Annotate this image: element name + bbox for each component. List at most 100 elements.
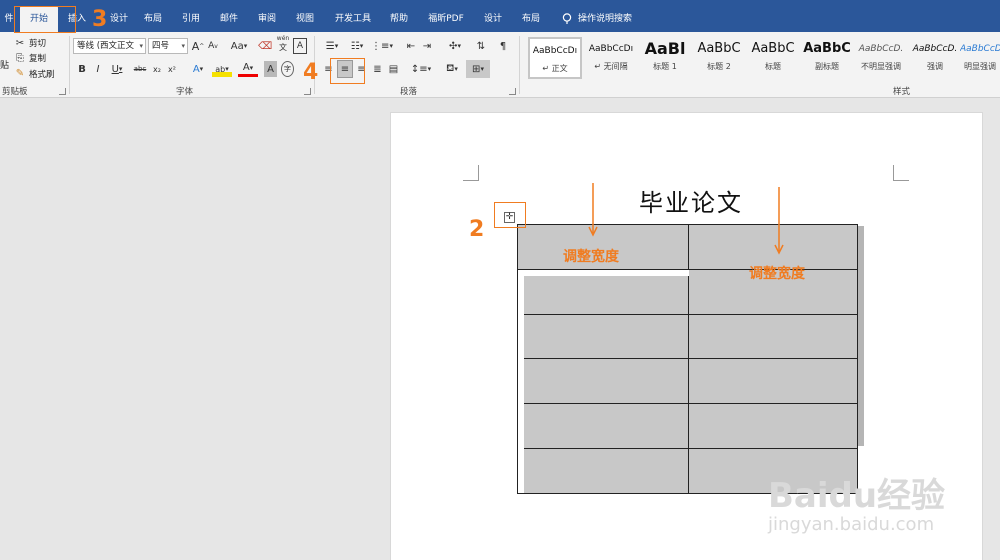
subscript-icon: x₂ bbox=[153, 64, 161, 74]
style-subtitle[interactable]: AaBbC 副标题 bbox=[800, 37, 854, 79]
document-title[interactable]: 毕业论文 bbox=[591, 183, 791, 218]
tab-developer[interactable]: 开发工具 bbox=[328, 6, 378, 32]
tab-review[interactable]: 审阅 bbox=[252, 6, 282, 32]
arrow-down-icon bbox=[588, 183, 598, 237]
tab-references[interactable]: 引用 bbox=[176, 6, 206, 32]
shrink-font-button[interactable]: Av bbox=[207, 38, 219, 54]
char-shading-icon: A bbox=[267, 63, 274, 75]
watermark-url: jingyan.baidu.com bbox=[768, 514, 935, 535]
phonetic-guide-button[interactable]: wén 文 bbox=[276, 35, 290, 52]
style-sample: AaBbC bbox=[697, 41, 741, 56]
style-name: 副标题 bbox=[815, 62, 839, 71]
sort-icon[interactable]: ⇅ bbox=[474, 38, 488, 54]
style-name: 标题 1 bbox=[653, 62, 677, 71]
style-name: 标题 2 bbox=[707, 62, 731, 71]
font-dialog-launcher[interactable] bbox=[304, 88, 311, 95]
style-name: ↵ 正文 bbox=[542, 64, 568, 73]
highlight-button[interactable]: ab ▾ bbox=[212, 61, 232, 77]
style-normal[interactable]: AaBbCcDı ↵ 正文 bbox=[528, 37, 582, 79]
table-selection-gap bbox=[518, 270, 689, 276]
style-sample: AaBbCcDı bbox=[532, 46, 578, 56]
subscript-button[interactable]: x₂ bbox=[151, 61, 163, 77]
pinyin-label: wén bbox=[276, 35, 290, 42]
char-shading-button[interactable]: A bbox=[264, 61, 277, 77]
group-divider bbox=[69, 36, 70, 94]
multilevel-list-icon[interactable]: ⋮≡ ▾ bbox=[371, 38, 393, 54]
chinese-layout-icon[interactable]: ✣ ▾ bbox=[444, 38, 466, 54]
paragraph-dialog-launcher[interactable] bbox=[509, 88, 516, 95]
bold-button[interactable]: B bbox=[76, 61, 88, 77]
copy-button[interactable]: 复制 bbox=[29, 52, 46, 64]
enclose-char-button[interactable]: 字 bbox=[281, 61, 294, 77]
style-title[interactable]: AaBbC 标题 bbox=[746, 37, 800, 79]
style-sample: AaBbCcDı bbox=[588, 44, 634, 54]
decrease-indent-icon[interactable]: ⇤ bbox=[404, 38, 418, 54]
style-sample: AaBbCcD. bbox=[960, 44, 1000, 54]
shading-bucket-icon[interactable]: ⛾ ▾ bbox=[441, 61, 463, 77]
char-border-icon: A bbox=[296, 41, 304, 51]
paste-button[interactable]: 贴 bbox=[0, 58, 9, 71]
font-group-label: 字体 bbox=[176, 87, 194, 97]
style-intense-emphasis[interactable]: AaBbCcD. 明显强调 bbox=[960, 37, 1000, 79]
tab-mailings[interactable]: 邮件 bbox=[214, 6, 244, 32]
increase-indent-icon[interactable]: ⇥ bbox=[420, 38, 434, 54]
style-no-spacing[interactable]: AaBbCcDı ↵ 无间隔 bbox=[584, 37, 638, 79]
font-color-button[interactable]: A ▾ bbox=[238, 61, 258, 77]
style-sample: AaBbC bbox=[803, 41, 851, 56]
table-row bbox=[516, 403, 858, 450]
margin-corner-mark bbox=[463, 165, 479, 181]
underline-icon: U bbox=[111, 63, 119, 75]
table-cell[interactable] bbox=[516, 403, 690, 450]
show-marks-icon[interactable]: ¶ bbox=[497, 38, 509, 54]
table-cell[interactable] bbox=[516, 358, 690, 405]
tab-layout[interactable]: 布局 bbox=[138, 6, 168, 32]
bullets-icon[interactable]: ☰ ▾ bbox=[321, 38, 343, 54]
grow-font-button[interactable]: A ^ bbox=[191, 38, 205, 54]
style-name: 不明显强调 bbox=[861, 62, 901, 71]
clear-format-icon[interactable]: ⌫ bbox=[258, 38, 272, 54]
italic-button[interactable]: I bbox=[92, 61, 104, 77]
style-subtle-emphasis[interactable]: AaBbCcD. 不明显强调 bbox=[854, 37, 908, 79]
format-painter-button[interactable]: 格式刷 bbox=[29, 68, 55, 80]
tab-table-layout[interactable]: 布局 bbox=[516, 6, 546, 32]
tab-view[interactable]: 视图 bbox=[290, 6, 320, 32]
tab-design[interactable]: 设计 bbox=[104, 6, 134, 32]
text-effects-button[interactable]: A ▾ bbox=[188, 61, 208, 77]
tab-help[interactable]: 帮助 bbox=[384, 6, 414, 32]
tab-table-design[interactable]: 设计 bbox=[478, 6, 508, 32]
table-cell[interactable] bbox=[688, 358, 858, 405]
style-heading-2[interactable]: AaBbC 标题 2 bbox=[692, 37, 746, 79]
table-row bbox=[516, 358, 858, 405]
table-cell[interactable] bbox=[516, 268, 690, 315]
group-divider bbox=[519, 36, 520, 94]
change-case-button[interactable]: Aa ▾ bbox=[228, 38, 250, 54]
underline-button[interactable]: U ▾ bbox=[108, 61, 126, 77]
style-sample: AaBbC bbox=[751, 41, 795, 56]
table-cell[interactable] bbox=[516, 313, 690, 360]
strikethrough-icon: abc bbox=[133, 65, 147, 73]
cut-button[interactable]: 剪切 bbox=[29, 37, 46, 49]
table-cell[interactable] bbox=[516, 448, 690, 494]
justify-icon[interactable]: ≣ bbox=[371, 61, 384, 77]
tell-me-search[interactable]: 操作说明搜索 bbox=[562, 6, 632, 32]
margin-corner-mark bbox=[893, 165, 909, 181]
numbering-icon[interactable]: ☷ ▾ bbox=[346, 38, 368, 54]
table-cell[interactable] bbox=[688, 403, 858, 450]
superscript-icon: x² bbox=[168, 64, 176, 74]
clipboard-dialog-launcher[interactable] bbox=[59, 88, 66, 95]
grow-font-icon: A bbox=[191, 39, 200, 53]
char-border-button[interactable]: A bbox=[293, 38, 307, 54]
table-cell[interactable] bbox=[688, 313, 858, 360]
style-heading-1[interactable]: AaBl 标题 1 bbox=[638, 37, 692, 79]
tab-foxit-pdf[interactable]: 福昕PDF bbox=[422, 6, 470, 32]
style-emphasis[interactable]: AaBbCcD. 强调 bbox=[908, 37, 962, 79]
bold-icon: B bbox=[78, 63, 86, 75]
superscript-button[interactable]: x² bbox=[166, 61, 178, 77]
font-name-dropdown[interactable]: 等线 (西文正文 ▾ bbox=[73, 38, 146, 54]
distributed-icon[interactable]: ▤ bbox=[387, 61, 400, 77]
strikethrough-button[interactable]: abc bbox=[132, 61, 148, 77]
borders-icon[interactable]: ⊞ ▾ bbox=[466, 60, 490, 78]
line-spacing-icon[interactable]: ↕≡ ▾ bbox=[410, 61, 432, 77]
table-selection-gap bbox=[518, 276, 524, 493]
font-size-dropdown[interactable]: 四号 ▾ bbox=[148, 38, 188, 54]
